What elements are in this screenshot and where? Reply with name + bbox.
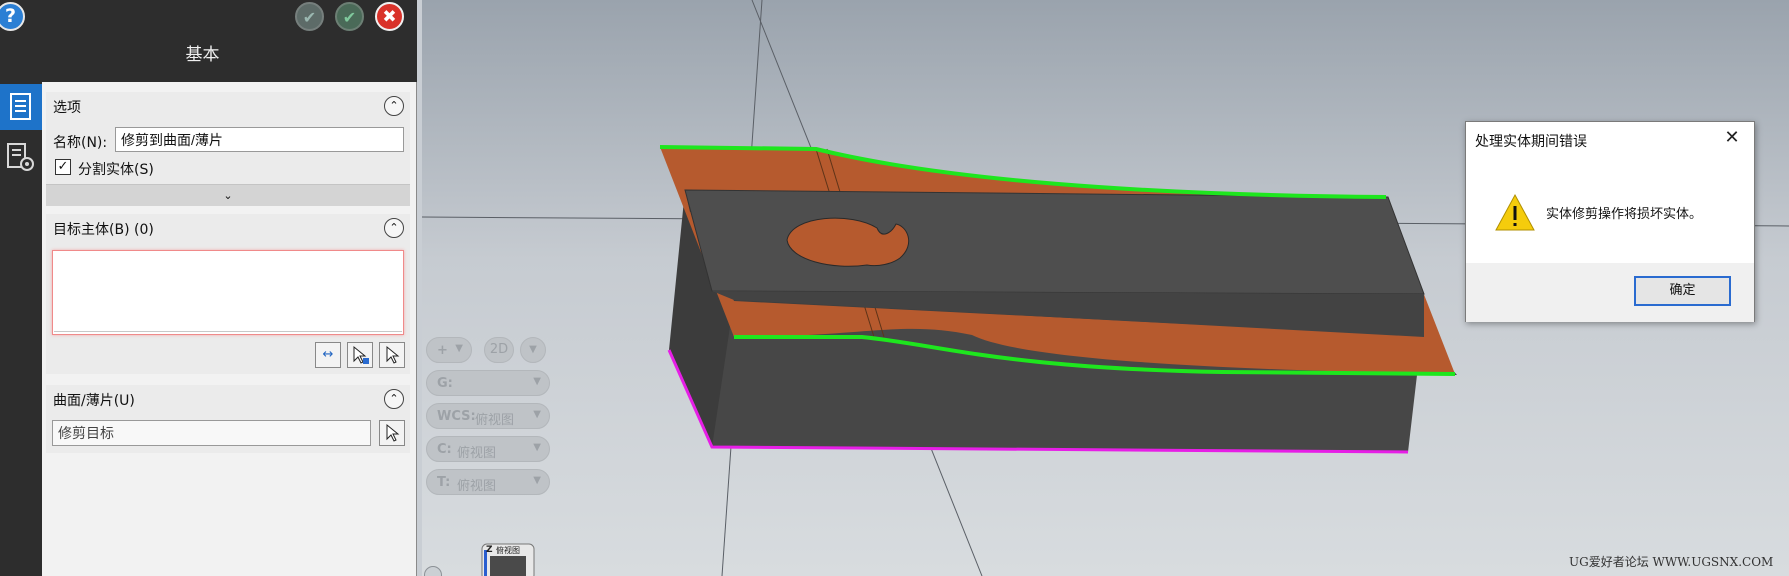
- tab-main-settings[interactable]: [0, 84, 42, 130]
- select-surface-button[interactable]: [379, 420, 405, 446]
- target-body-section: 目标主体(B) (0) ⌃ ↔: [46, 214, 410, 374]
- close-button[interactable]: ✖: [375, 2, 404, 31]
- view-cube-axis-label: Z: [486, 545, 493, 555]
- help-button[interactable]: ?: [0, 2, 25, 31]
- split-solid-checkbox[interactable]: ✓: [55, 159, 71, 175]
- options-section-header[interactable]: 选项 ⌃: [46, 92, 410, 120]
- error-dialog: 处理实体期间错误 ✕ 实体修剪操作将损坏实体。 确定: [1465, 121, 1755, 322]
- c-orientation-dropdown[interactable]: C: 俯视图 ▼: [426, 436, 550, 462]
- chevron-down-icon: ▼: [529, 344, 537, 355]
- cursor-plus-icon: [353, 345, 369, 364]
- checkmark-icon: ✓: [57, 159, 69, 174]
- g-filter-dropdown[interactable]: G: ▼: [426, 370, 550, 396]
- name-input[interactable]: [115, 127, 404, 152]
- warning-icon: [1495, 193, 1535, 231]
- t-orientation-dropdown[interactable]: T: 俯视图 ▼: [426, 469, 550, 495]
- double-arrow-icon: ↔: [322, 347, 334, 362]
- cursor-icon: [386, 345, 400, 364]
- wcs-value: 俯视图: [475, 413, 515, 428]
- ok-check-icon: ✔: [342, 8, 357, 27]
- confirm-button[interactable]: 确定: [1634, 276, 1731, 306]
- error-dialog-footer: 确定: [1466, 263, 1754, 322]
- collapse-icon[interactable]: ⌃: [384, 389, 404, 409]
- view-cube[interactable]: Z 俯视图: [480, 540, 540, 576]
- options-section: 选项 ⌃ 名称(N): ✓ 分割实体(S) ⌄: [46, 92, 410, 206]
- chevron-down-icon: ▼: [533, 409, 541, 420]
- apply-check-icon: ✔: [302, 8, 317, 27]
- expand-more-bar[interactable]: ⌄: [46, 184, 410, 206]
- chevron-down-icon: ▼: [533, 442, 541, 453]
- g-filter-key: G:: [437, 376, 453, 391]
- options-section-title: 选项: [53, 100, 81, 116]
- c-key: C:: [437, 442, 452, 457]
- reverse-direction-button[interactable]: ↔: [315, 342, 341, 368]
- name-label: 名称(N):: [53, 135, 108, 151]
- trim-body-dialog: ? ✔ ✔ ✖ 基本 选项 ⌃ 名称(N): 修剪到曲面/薄片 ✓ 分割实体(S…: [0, 0, 417, 576]
- wcs-orientation-dropdown[interactable]: WCS: 俯视图 ▼: [426, 403, 550, 429]
- target-body-selection-list[interactable]: [52, 250, 404, 335]
- view-mode-toggle[interactable]: 2D: [484, 337, 514, 363]
- target-body-section-title: 目标主体(B) (0): [53, 222, 154, 238]
- view-cube-face-label: 俯视图: [496, 545, 520, 555]
- collapse-icon[interactable]: ⌃: [384, 96, 404, 116]
- collapse-icon[interactable]: ⌃: [384, 218, 404, 238]
- error-message: 实体修剪操作将损坏实体。: [1546, 207, 1703, 222]
- c-value: 俯视图: [457, 446, 497, 461]
- document-gear-icon: [7, 143, 34, 171]
- select-object-button[interactable]: [379, 342, 405, 368]
- forum-watermark: UG爱好者论坛 WWW.UGSNX.COM: [1569, 555, 1774, 569]
- cursor-icon: [386, 423, 400, 442]
- selection-list-divider: [54, 331, 402, 332]
- surface-sheet-section: 曲面/薄片(U) ⌃: [46, 385, 410, 453]
- surface-sheet-section-title: 曲面/薄片(U): [53, 393, 135, 409]
- close-icon: ✖: [382, 7, 397, 27]
- chevron-down-icon: ▼: [455, 343, 463, 354]
- apply-button[interactable]: ✔: [295, 2, 324, 31]
- tab-advanced-settings[interactable]: [0, 134, 42, 180]
- chevron-down-icon: ▼: [533, 376, 541, 387]
- t-key: T:: [437, 475, 451, 490]
- ok-button[interactable]: ✔: [335, 2, 364, 31]
- error-dialog-title: 处理实体期间错误: [1475, 134, 1587, 150]
- surface-sheet-section-header[interactable]: 曲面/薄片(U) ⌃: [46, 385, 410, 413]
- dialog-header: ? ✔ ✔ ✖ 基本: [0, 0, 417, 82]
- close-icon[interactable]: ✕: [1722, 128, 1742, 148]
- add-filter-control[interactable]: + ▼: [426, 337, 472, 363]
- side-tab-bar: [0, 82, 42, 576]
- document-list-icon: [10, 93, 31, 120]
- view-mode-dropdown[interactable]: ▼: [520, 337, 546, 363]
- wcs-key: WCS:: [437, 409, 476, 424]
- chevron-down-icon: ▼: [533, 475, 541, 486]
- target-body-section-header[interactable]: 目标主体(B) (0) ⌃: [46, 214, 410, 242]
- chevron-down-icon: ⌄: [223, 189, 233, 202]
- add-selection-button[interactable]: [347, 342, 373, 368]
- trim-target-input[interactable]: [52, 420, 371, 446]
- plus-icon: +: [437, 343, 448, 358]
- dialog-title: 基本: [185, 45, 220, 65]
- split-solid-label: 分割实体(S): [78, 162, 154, 178]
- t-value: 俯视图: [457, 479, 497, 494]
